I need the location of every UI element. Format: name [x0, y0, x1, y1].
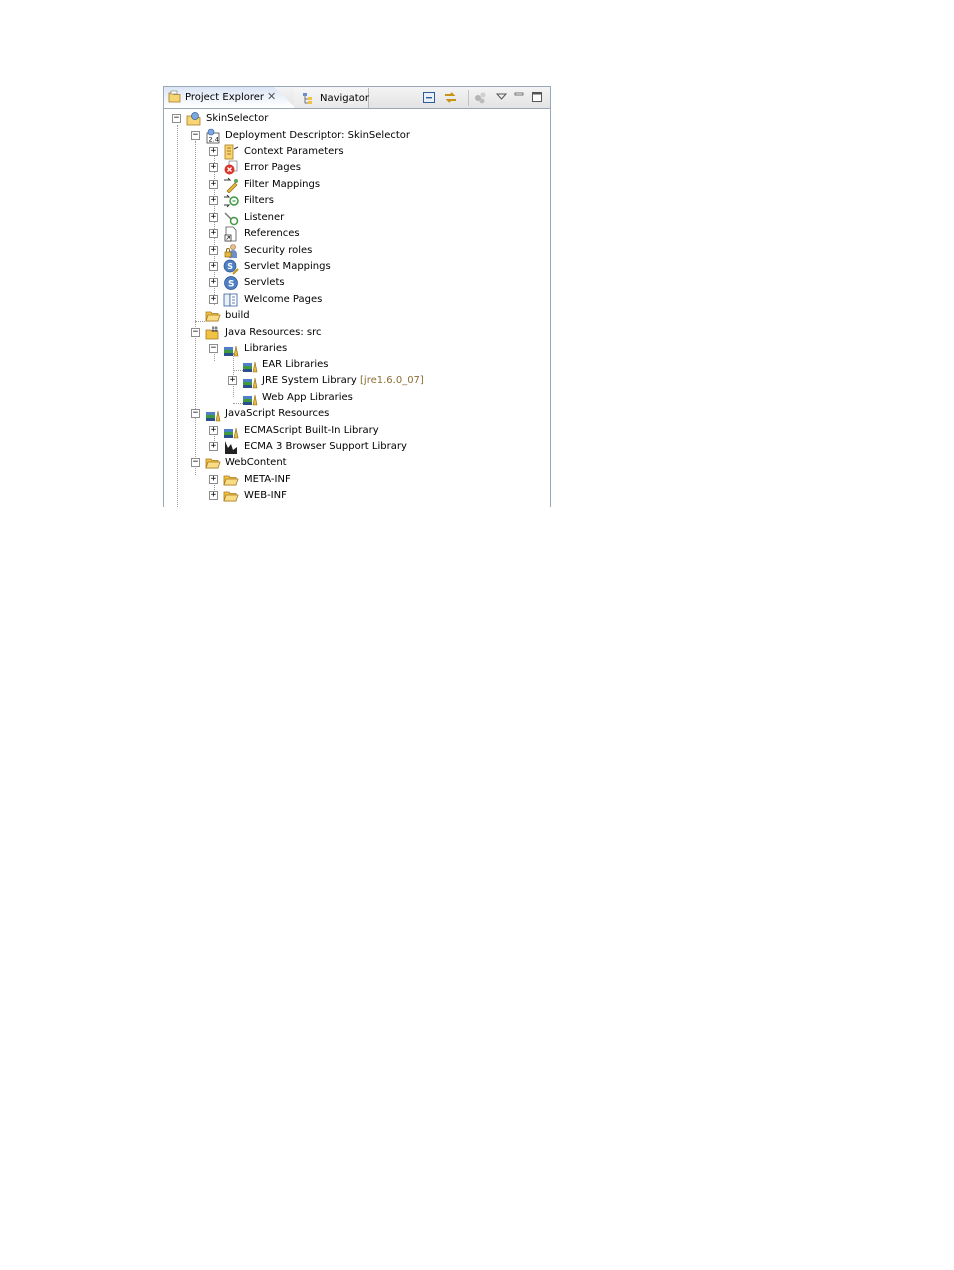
expand-toggle[interactable]: +	[209, 262, 218, 271]
link-with-editor-icon[interactable]	[443, 90, 458, 105]
browser-library-icon	[225, 441, 237, 454]
folder-open-icon	[223, 475, 239, 486]
tree-item-label: References	[244, 228, 300, 239]
navigator-icon	[303, 93, 312, 104]
expand-toggle[interactable]: +	[209, 196, 218, 205]
tree-item-label: JRE System Library [jre1.6.0_07]	[262, 375, 424, 386]
tree-item-label: SkinSelector	[206, 113, 269, 124]
svg-text:S: S	[227, 262, 233, 271]
servlets-icon: S	[224, 276, 238, 290]
library-icon	[243, 394, 258, 406]
welcome-pages-icon	[223, 293, 238, 307]
tree-item-label: EAR Libraries	[262, 359, 329, 370]
error-pages-icon	[224, 160, 238, 175]
expand-toggle[interactable]: +	[209, 147, 218, 156]
tree-item-label: Servlets	[244, 277, 285, 288]
folder-open-icon	[205, 311, 221, 322]
tree-item-label: Java Resources: src	[225, 327, 322, 338]
collapse-toggle[interactable]: −	[191, 328, 200, 337]
tree-item-label: Servlet Mappings	[244, 261, 331, 272]
collapse-toggle[interactable]: −	[191, 131, 200, 140]
tree-item-label: Welcome Pages	[244, 294, 323, 305]
java-resources-icon	[205, 326, 219, 340]
close-icon[interactable]: ✕	[267, 90, 276, 103]
expand-toggle[interactable]: +	[209, 229, 218, 238]
tree-item-label: JavaScript Resources	[225, 408, 330, 419]
references-icon	[224, 226, 237, 242]
view-tab-bar: Project Explorer ✕ Navigator	[164, 87, 550, 109]
tree-guide-line	[177, 125, 178, 507]
tree-item-label: Context Parameters	[244, 146, 344, 157]
expand-toggle[interactable]: +	[209, 295, 218, 304]
tree-item-label: Web App Libraries	[262, 392, 353, 403]
tree-item-label: ECMA 3 Browser Support Library	[244, 441, 407, 452]
expand-toggle[interactable]: +	[209, 475, 218, 484]
tree-item-label: Filter Mappings	[244, 179, 321, 190]
collapse-toggle[interactable]: −	[209, 344, 218, 353]
collapse-all-icon[interactable]	[422, 90, 437, 105]
library-icon	[224, 345, 239, 357]
tree-guide-line	[195, 141, 196, 475]
tree-item-label: build	[225, 310, 250, 321]
expand-toggle[interactable]: +	[228, 376, 237, 385]
jre-version-decoration: [jre1.6.0_07]	[360, 375, 424, 386]
security-roles-icon	[224, 244, 237, 258]
filters-icon	[224, 194, 239, 208]
collapse-toggle[interactable]: −	[191, 409, 200, 418]
tab-navigator[interactable]: Navigator	[294, 88, 369, 108]
tree-guide-line	[195, 321, 205, 322]
tree-item-label: Listener	[244, 212, 285, 223]
filter-icon[interactable]	[473, 90, 488, 105]
tree-item-label: Deployment Descriptor: SkinSelector	[225, 130, 410, 141]
context-parameters-icon	[224, 144, 239, 160]
collapse-toggle[interactable]: −	[191, 458, 200, 467]
web-project-icon	[186, 112, 201, 126]
servlet-mappings-icon: S	[223, 259, 239, 275]
tree-item-label: Libraries	[244, 343, 288, 354]
tab-navigator-label: Navigator	[320, 93, 369, 104]
listener-icon	[224, 212, 239, 226]
view-menu-icon[interactable]	[494, 90, 509, 105]
expand-toggle[interactable]: +	[209, 163, 218, 172]
project-explorer-icon	[168, 90, 181, 103]
folder-open-icon	[205, 458, 221, 469]
expand-toggle[interactable]: +	[209, 180, 218, 189]
expand-toggle[interactable]: +	[209, 213, 218, 222]
project-tree: − SkinSelector − 2.4 Deployment Descript…	[164, 109, 550, 507]
library-icon	[243, 377, 258, 389]
tree-item-label: META-INF	[244, 474, 291, 485]
deployment-descriptor-icon: 2.4	[206, 128, 220, 144]
maximize-icon[interactable]	[530, 90, 545, 105]
tree-item-label: Filters	[244, 195, 274, 206]
expand-toggle[interactable]: +	[209, 426, 218, 435]
tree-item-label: WebContent	[225, 457, 287, 468]
expand-toggle[interactable]: +	[209, 491, 218, 500]
tab-project-explorer-label: Project Explorer	[185, 92, 265, 103]
tab-project-explorer[interactable]: Project Explorer ✕	[164, 87, 296, 108]
library-icon	[224, 427, 239, 439]
svg-text:S: S	[228, 280, 234, 290]
folder-open-icon	[223, 491, 239, 502]
library-icon	[206, 410, 221, 422]
expand-toggle[interactable]: +	[209, 246, 218, 255]
tree-item-label: ECMAScript Built-In Library	[244, 425, 379, 436]
project-explorer-view: Project Explorer ✕ Navigator − SkinSelec…	[163, 86, 551, 507]
filter-mappings-icon	[224, 177, 238, 193]
tree-item-label: WEB-INF	[244, 490, 287, 501]
toolbar-separator	[468, 90, 469, 106]
tree-item-label: Security roles	[244, 245, 313, 256]
tree-item-label: Error Pages	[244, 162, 301, 173]
expand-toggle[interactable]: +	[209, 278, 218, 287]
minimize-icon[interactable]	[512, 90, 527, 105]
svg-text:2.4: 2.4	[209, 136, 219, 144]
expand-toggle[interactable]: +	[209, 442, 218, 451]
collapse-toggle[interactable]: −	[172, 114, 181, 123]
library-icon	[243, 361, 258, 373]
